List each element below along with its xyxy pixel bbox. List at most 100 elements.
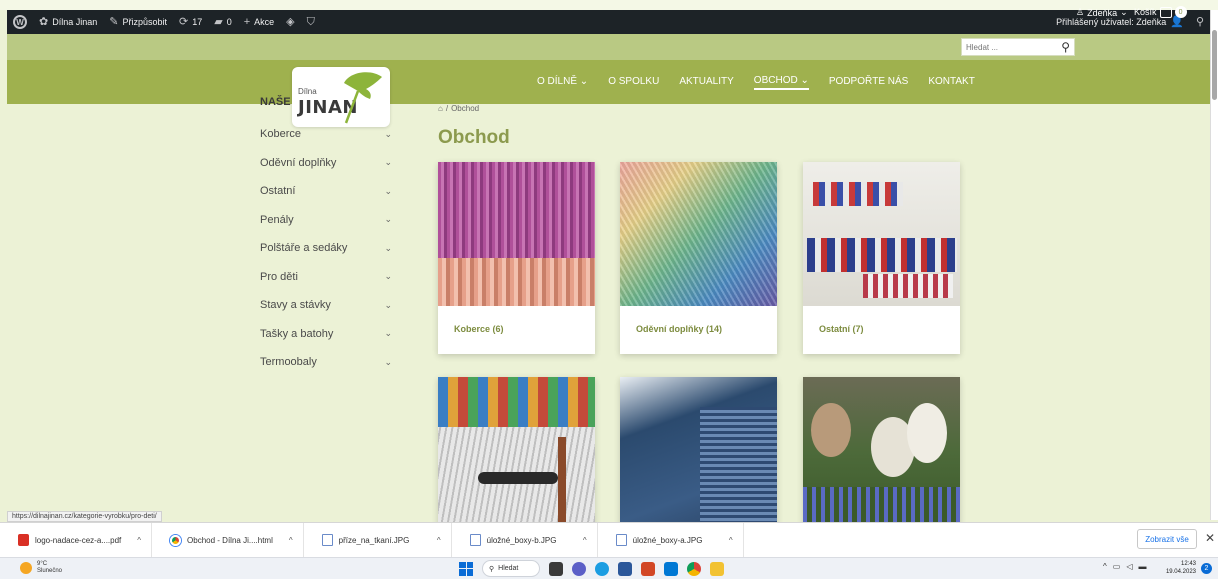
network-icon[interactable]: ▭ xyxy=(1113,562,1121,571)
sidebar-item-label: Ostatní xyxy=(260,185,296,198)
nav-item-kontakt[interactable]: KONTAKT xyxy=(928,76,974,89)
scrollbar-thumb[interactable] xyxy=(1212,30,1217,100)
volume-icon[interactable]: ◁ xyxy=(1126,562,1132,571)
chevron-down-icon[interactable]: ⌄ xyxy=(384,186,392,197)
sidebar-item-pro-deti[interactable]: Pro děti ⌄ xyxy=(260,263,392,292)
chevron-down-icon[interactable]: ⌄ xyxy=(384,300,392,311)
wp-menu[interactable]: W xyxy=(7,10,33,34)
brush-icon: ✎ xyxy=(109,15,119,28)
sidebar-item-tasky-a-batohy[interactable]: Tašky a batohy ⌄ xyxy=(260,320,392,349)
category-image[interactable] xyxy=(438,162,595,306)
show-all-downloads-button[interactable]: Zobrazit vše xyxy=(1137,529,1197,549)
category-title[interactable]: Koberce (6) xyxy=(454,324,504,334)
site-search-input[interactable] xyxy=(966,42,1046,52)
windows-start-icon[interactable] xyxy=(459,561,473,576)
clock-date: 19.04.2023 xyxy=(1165,569,1196,576)
home-icon[interactable]: ⌂ xyxy=(438,104,443,113)
shield-icon: ⛉ xyxy=(306,15,315,28)
chevron-up-icon[interactable]: ^ xyxy=(289,536,293,545)
task-view-icon[interactable] xyxy=(549,561,563,576)
admin-new-link[interactable]: + Akce xyxy=(238,10,280,34)
chevron-down-icon[interactable]: ⌄ xyxy=(384,271,392,282)
sidebar-item-odevni-doplnky[interactable]: Oděvní doplňky ⌄ xyxy=(260,149,392,178)
download-item[interactable]: Obchod - Dílna Ji....html ^ xyxy=(152,522,304,558)
teams-chat-icon[interactable] xyxy=(572,561,586,576)
nav-item-o-spolku[interactable]: O SPOLKU xyxy=(608,76,659,89)
chevron-down-icon[interactable]: ⌄ xyxy=(384,328,392,339)
page-title: Obchod xyxy=(438,127,510,148)
sidebar-item-termoobaly[interactable]: Termoobaly ⌄ xyxy=(260,348,392,377)
sidebar-item-polstare-a-sedaky[interactable]: Polštáře a sedáky ⌄ xyxy=(260,234,392,263)
chevron-up-icon[interactable]: ^ xyxy=(437,536,441,545)
download-item[interactable]: úložné_boxy-a.JPG ^ xyxy=(598,522,744,558)
account-link[interactable]: ♙ Zdeňka ⌄ xyxy=(1076,7,1128,18)
cart-link[interactable]: Košík 0 xyxy=(1134,6,1187,18)
page-scrollbar[interactable] xyxy=(1210,10,1218,520)
category-image[interactable] xyxy=(438,377,595,527)
nav-item-aktuality[interactable]: AKTUALITY xyxy=(679,76,733,89)
close-icon[interactable]: ✕ xyxy=(1205,531,1215,545)
category-image[interactable] xyxy=(620,377,777,527)
weather-widget[interactable]: 9°C Slunečno xyxy=(20,561,62,575)
category-card-pro-deti[interactable] xyxy=(803,377,960,527)
sidebar-item-stavy-a-stavky[interactable]: Stavy a stávky ⌄ xyxy=(260,291,392,320)
chevron-up-icon[interactable]: ^ xyxy=(729,536,733,545)
chevron-up-icon[interactable]: ^ xyxy=(1103,562,1107,571)
category-card-koberce[interactable]: Koberce (6) xyxy=(438,162,595,354)
chevron-down-icon[interactable]: ⌄ xyxy=(384,357,392,368)
pdf-file-icon xyxy=(18,534,29,546)
edge-icon[interactable] xyxy=(595,561,609,576)
taskbar-search[interactable]: ⚲ Hledat xyxy=(482,560,540,577)
cart-icon xyxy=(1159,6,1172,18)
site-logo[interactable]: Dílna JINAN xyxy=(292,67,390,127)
outlook-icon[interactable] xyxy=(664,561,678,576)
category-card-polstare-a-sedaky[interactable] xyxy=(620,377,777,527)
download-item[interactable]: logo-nadace-cez-a....pdf ^ xyxy=(0,522,153,558)
admin-security-link[interactable]: ⛉ xyxy=(301,10,321,34)
download-name: logo-nadace-cez-a....pdf xyxy=(35,535,122,545)
category-image[interactable] xyxy=(803,377,960,527)
battery-icon[interactable]: ▬ xyxy=(1138,562,1146,571)
user-avatar-icon: 👤 xyxy=(1170,15,1184,28)
category-title[interactable]: Oděvní doplňky (14) xyxy=(636,324,722,334)
admin-comments-link[interactable]: ▰ 0 xyxy=(208,10,237,34)
admin-site-link[interactable]: ✿ Dílna Jinan xyxy=(33,10,103,34)
category-card-ostatni[interactable]: Ostatní (7) xyxy=(803,162,960,354)
main-nav: O DÍLNĚ ⌄ O SPOLKU AKTUALITY OBCHOD ⌄ PO… xyxy=(537,60,975,104)
notification-badge[interactable]: 2 xyxy=(1201,563,1212,574)
download-item[interactable]: příze_na_tkaní.JPG ^ xyxy=(304,522,452,558)
chevron-down-icon[interactable]: ⌄ xyxy=(384,214,392,225)
chevron-down-icon[interactable]: ⌄ xyxy=(384,129,392,140)
admin-plugin-link[interactable]: ◈ xyxy=(280,10,300,34)
sidebar-item-penaly[interactable]: Penály ⌄ xyxy=(260,206,392,235)
nav-item-o-dilne[interactable]: O DÍLNĚ ⌄ xyxy=(537,76,588,89)
file-explorer-icon[interactable] xyxy=(710,561,724,576)
admin-customize-link[interactable]: ✎ Přizpůsobit xyxy=(103,10,173,34)
category-title[interactable]: Ostatní (7) xyxy=(819,324,864,334)
category-image[interactable] xyxy=(803,162,960,306)
category-card-penaly[interactable] xyxy=(438,377,595,527)
chevron-up-icon[interactable]: ^ xyxy=(137,536,141,545)
sidebar-item-koberce[interactable]: Koberce ⌄ xyxy=(260,120,392,149)
download-item[interactable]: úložné_boxy-b.JPG ^ xyxy=(452,522,598,558)
chevron-down-icon: ⌄ xyxy=(579,75,589,87)
category-card-odevni-doplnky[interactable]: Oděvní doplňky (14) xyxy=(620,162,777,354)
nav-item-obchod[interactable]: OBCHOD ⌄ xyxy=(753,75,809,90)
chevron-up-icon[interactable]: ^ xyxy=(583,536,587,545)
powerpoint-icon[interactable] xyxy=(641,561,655,576)
taskbar-clock[interactable]: 12:43 19.04.2023 xyxy=(1160,560,1196,577)
weather-condition: Slunečno xyxy=(37,568,63,575)
chevron-down-icon[interactable]: ⌄ xyxy=(384,243,392,254)
word-icon[interactable] xyxy=(618,561,632,576)
nav-item-podporte-nas[interactable]: PODPOŘTE NÁS xyxy=(829,76,908,89)
category-image[interactable] xyxy=(620,162,777,306)
chrome-icon[interactable] xyxy=(687,561,701,576)
chevron-down-icon[interactable]: ⌄ xyxy=(384,157,392,168)
search-icon[interactable]: ⚲ xyxy=(1061,41,1070,53)
admin-updates-link[interactable]: ⟳ 17 xyxy=(173,10,208,34)
image-file-icon xyxy=(469,534,481,546)
sidebar-item-ostatni[interactable]: Ostatní ⌄ xyxy=(260,177,392,206)
admin-search-button[interactable]: ⚲ xyxy=(1190,10,1210,34)
admin-logged-in-label: Přihlášený uživatel: Zdeňka xyxy=(1056,17,1167,27)
main-navigation-bar: O DÍLNĚ ⌄ O SPOLKU AKTUALITY OBCHOD ⌄ PO… xyxy=(7,60,1210,104)
